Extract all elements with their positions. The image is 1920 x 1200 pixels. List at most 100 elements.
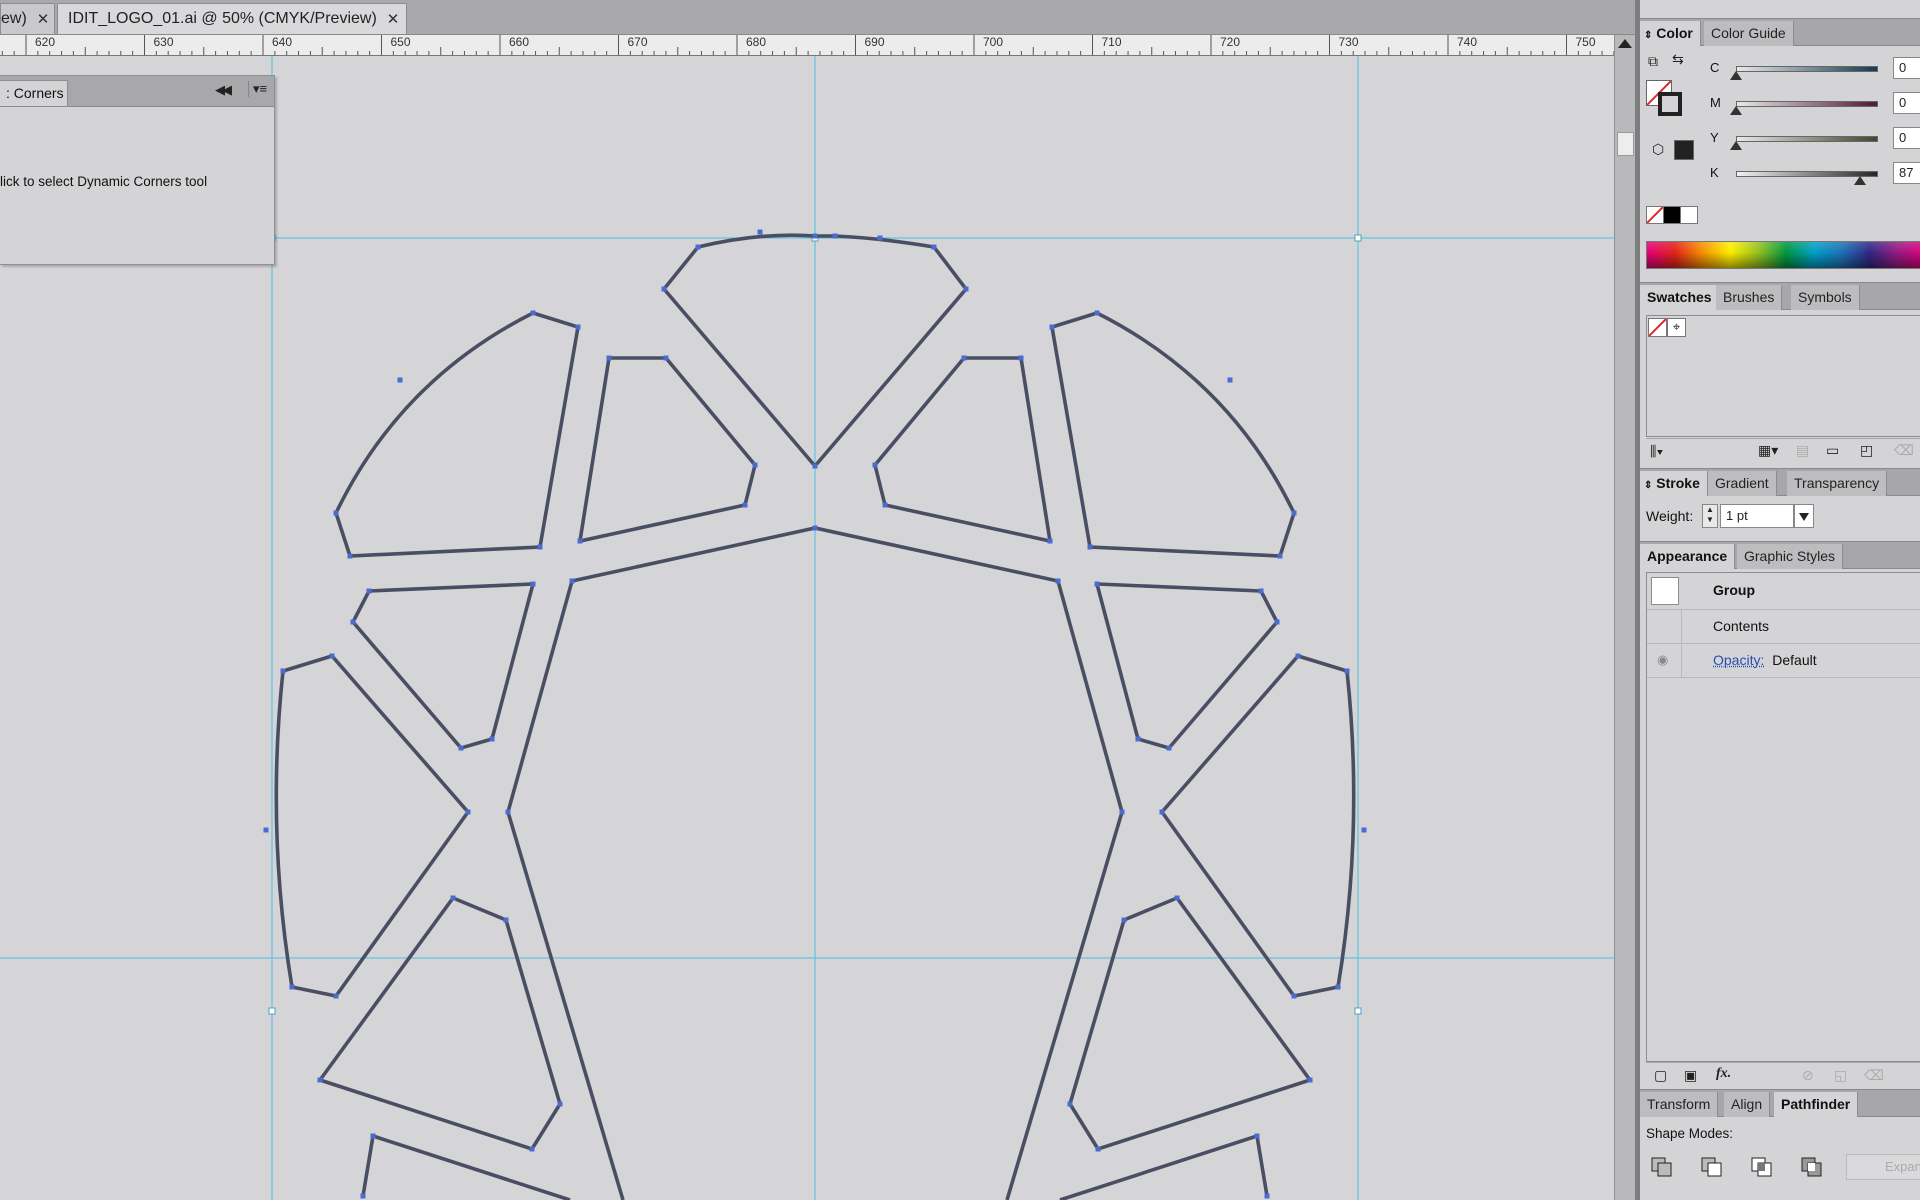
anchor-point[interactable] <box>347 553 353 559</box>
anchor-point[interactable] <box>695 244 701 250</box>
anchor-point[interactable] <box>1254 1133 1260 1139</box>
weight-stepper[interactable]: ▲ ▼ <box>1702 504 1718 528</box>
logo-segment[interactable] <box>361 1134 571 1200</box>
anchor-point[interactable] <box>661 286 667 292</box>
black-value-field[interactable]: 87 <box>1893 162 1920 184</box>
anchor-point[interactable] <box>1135 736 1141 742</box>
tab-transparency[interactable]: Transparency <box>1787 471 1888 496</box>
logo-segment[interactable] <box>334 311 581 558</box>
anchor-point[interactable] <box>1087 544 1093 550</box>
anchor-point[interactable] <box>1166 745 1172 751</box>
anchor-point[interactable] <box>1258 588 1264 594</box>
swatches-panel-header[interactable]: Swatches Brushes Symbols <box>1640 282 1920 310</box>
anchor-point[interactable] <box>872 462 878 468</box>
logo-segment[interactable] <box>274 653 471 998</box>
exclude-icon[interactable] <box>1800 1156 1826 1178</box>
expand-toggle-icon[interactable]: ⇕ <box>1644 480 1652 491</box>
anchor-point[interactable] <box>812 525 818 531</box>
anchor-point[interactable] <box>961 355 967 361</box>
anchor-point[interactable] <box>1227 377 1233 383</box>
anchor-point[interactable] <box>1291 993 1297 999</box>
anchor-point[interactable] <box>1121 917 1127 923</box>
slider-track[interactable] <box>1736 66 1878 72</box>
weight-dropdown-chevron-icon[interactable] <box>1794 504 1814 528</box>
new-color-group-icon[interactable]: ▭ <box>1826 443 1839 457</box>
duplicate-item-icon[interactable]: ◱ <box>1834 1068 1847 1082</box>
tab-brushes[interactable]: Brushes <box>1716 285 1783 310</box>
anchor-point[interactable] <box>1277 553 1283 559</box>
anchor-point[interactable] <box>1344 668 1350 674</box>
anchor-point[interactable] <box>1159 809 1165 815</box>
slider-track[interactable] <box>1736 136 1878 142</box>
slider-magenta[interactable]: M 0 <box>1640 90 1920 120</box>
show-swatch-kinds-icon[interactable]: ▦▾ <box>1758 443 1778 457</box>
dynamic-corners-panel[interactable]: : Corners ◀◀ ▾≡ lick to select Dynamic C… <box>0 75 275 265</box>
anchor-point[interactable] <box>1055 578 1061 584</box>
weight-input[interactable]: 1 pt <box>1720 504 1794 528</box>
minus-front-icon[interactable] <box>1700 1156 1726 1178</box>
scroll-up-arrow-icon[interactable] <box>1618 39 1632 48</box>
document-tab-previous[interactable]: ew) ✕ <box>0 3 55 34</box>
vertical-scrollbar[interactable] <box>1614 35 1636 1200</box>
logo-segment[interactable] <box>873 356 1053 544</box>
none-swatch[interactable] <box>1646 206 1664 224</box>
appearance-opacity-row[interactable]: ◉ Opacity: Default <box>1647 643 1920 678</box>
anchor-point[interactable] <box>757 229 763 235</box>
anchor-point[interactable] <box>350 619 356 625</box>
anchor-point[interactable] <box>577 538 583 544</box>
anchor-point[interactable] <box>663 355 669 361</box>
anchor-point[interactable] <box>465 809 471 815</box>
anchor-point[interactable] <box>1047 538 1053 544</box>
anchor-point[interactable] <box>1049 324 1055 330</box>
tab-appearance[interactable]: Appearance <box>1640 544 1736 569</box>
slider-thumb[interactable] <box>1853 176 1866 185</box>
add-new-fill-icon[interactable]: ▣ <box>1684 1068 1697 1082</box>
anchor-point[interactable] <box>575 324 581 330</box>
slider-thumb[interactable] <box>1730 106 1742 115</box>
add-new-stroke-icon[interactable]: ▢ <box>1654 1068 1667 1082</box>
registration-swatch[interactable]: ⌖ <box>1667 318 1686 337</box>
color-spectrum-bar[interactable] <box>1646 241 1920 269</box>
swatch-libraries-icon[interactable]: ⫼▾ <box>1650 444 1663 458</box>
cyan-value-field[interactable]: 0 <box>1893 57 1920 79</box>
slider-black[interactable]: K 87 <box>1640 160 1920 190</box>
panel-header[interactable]: : Corners ◀◀ ▾≡ <box>0 76 274 107</box>
unite-icon[interactable] <box>1650 1156 1676 1178</box>
swatches-list[interactable]: ⌖ <box>1646 315 1920 437</box>
logo-segment[interactable] <box>577 356 757 544</box>
selection-handle[interactable] <box>1354 234 1362 242</box>
magenta-value-field[interactable]: 0 <box>1893 92 1920 114</box>
anchor-point[interactable] <box>450 895 456 901</box>
slider-track[interactable] <box>1736 101 1878 107</box>
logo-segment[interactable] <box>1159 653 1356 998</box>
anchor-point[interactable] <box>530 310 536 316</box>
anchor-point[interactable] <box>1018 355 1024 361</box>
anchor-point[interactable] <box>329 653 335 659</box>
visibility-eye-icon[interactable]: ◉ <box>1657 652 1668 668</box>
anchor-point[interactable] <box>1094 310 1100 316</box>
tab-color[interactable]: ⇕ Color <box>1640 21 1701 46</box>
anchor-point[interactable] <box>1274 619 1280 625</box>
anchor-point[interactable] <box>832 233 838 239</box>
close-icon[interactable]: ✕ <box>37 10 60 28</box>
anchor-point[interactable] <box>333 993 339 999</box>
anchor-point[interactable] <box>505 809 511 815</box>
anchor-point[interactable] <box>317 1077 323 1083</box>
anchor-point[interactable] <box>397 377 403 383</box>
anchor-point[interactable] <box>752 462 758 468</box>
anchor-point[interactable] <box>1361 827 1367 833</box>
none-swatch[interactable] <box>1648 318 1667 337</box>
stroke-panel-header[interactable]: ⇕ Stroke Gradient Transparency <box>1640 468 1920 496</box>
anchor-point[interactable] <box>877 235 883 241</box>
anchor-point[interactable] <box>882 502 888 508</box>
anchor-point[interactable] <box>963 286 969 292</box>
tab-swatches[interactable]: Swatches <box>1640 285 1720 310</box>
slider-thumb[interactable] <box>1730 71 1742 80</box>
document-tab-active[interactable]: IDIT_LOGO_01.ai @ 50% (CMYK/Preview) ✕ <box>57 3 407 34</box>
tab-graphic-styles[interactable]: Graphic Styles <box>1737 544 1844 569</box>
logo-segment[interactable] <box>350 582 536 751</box>
panel-tab-corners[interactable]: : Corners <box>0 80 68 106</box>
swatch-options-icon[interactable]: ▤ <box>1796 443 1809 457</box>
color-panel-header[interactable]: ⇕ Color Color Guide <box>1640 18 1920 46</box>
expand-button[interactable]: Expan <box>1846 1154 1920 1180</box>
